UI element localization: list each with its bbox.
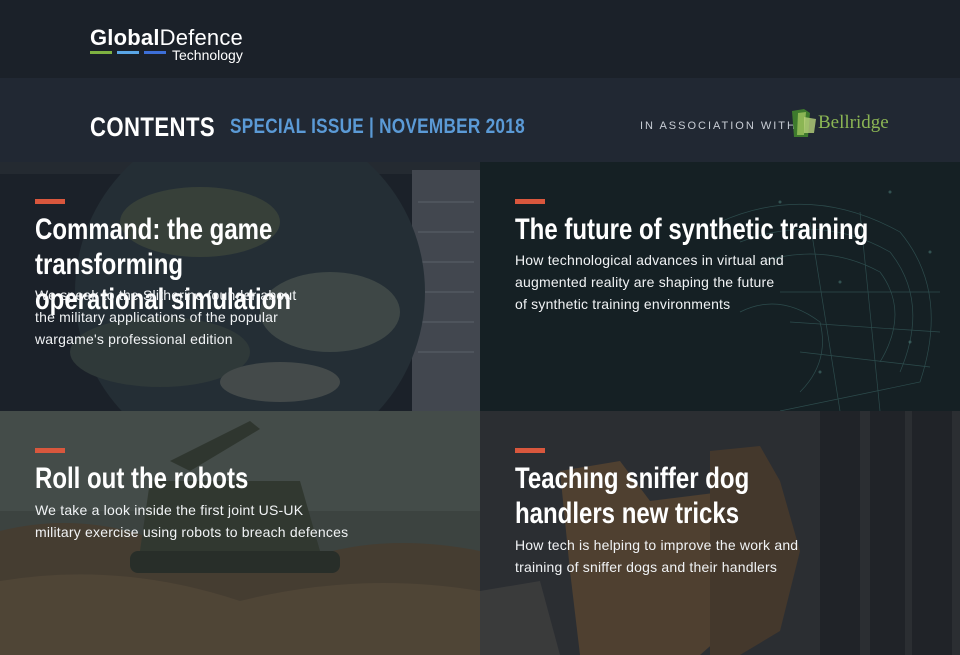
article-card-sniffer-dogs[interactable]: Teaching sniffer dog handlers new tricks… (480, 411, 960, 655)
article-desc-line: the military applications of the popular (35, 309, 279, 325)
article-desc-line: of synthetic training environments (515, 296, 731, 312)
article-title-line: Roll out the robots (35, 462, 249, 495)
article-title[interactable]: Teaching sniffer dog handlers new tricks (515, 461, 891, 531)
contents-header: CONTENTS SPECIAL ISSUE | NOVEMBER 2018 I… (0, 78, 960, 162)
logo-word-technology: Technology (172, 47, 243, 63)
article-desc-line: military exercise using robots to breach… (35, 524, 349, 540)
partner-name: Bellridge (818, 112, 889, 133)
article-desc-line: We take a look inside the first joint US… (35, 502, 304, 518)
article-card-robots[interactable]: Roll out the robots We take a look insid… (0, 411, 480, 655)
bellridge-emblem-icon (792, 109, 816, 137)
article-title[interactable]: The future of synthetic training (515, 212, 891, 247)
logo-color-bars (90, 51, 170, 54)
article-title-line: The future of synthetic training (515, 213, 869, 246)
accent-bar (35, 199, 65, 204)
article-description: We speak to the Slitherine founder about… (35, 284, 395, 350)
article-desc-line: augmented reality are shaping the future (515, 274, 775, 290)
accent-bar (515, 448, 545, 453)
article-desc-line: training of sniffer dogs and their handl… (515, 559, 778, 575)
logo-word-global: Global (90, 25, 160, 50)
article-description: How tech is helping to improve the work … (515, 534, 895, 578)
issue-label: SPECIAL ISSUE | NOVEMBER 2018 (230, 115, 525, 138)
article-desc-line: We speak to the Slitherine founder about (35, 287, 297, 303)
article-title-line: handlers new tricks (515, 497, 740, 530)
article-desc-line: How technological advances in virtual an… (515, 252, 784, 268)
article-desc-line: How tech is helping to improve the work … (515, 537, 799, 553)
global-defence-technology-logo[interactable]: GlobalDefence Technology (90, 26, 265, 68)
article-title[interactable]: Roll out the robots (35, 461, 411, 496)
article-description: How technological advances in virtual an… (515, 249, 875, 315)
sniffer-dogs-image (480, 411, 960, 655)
association-label: IN ASSOCIATION WITH (640, 120, 797, 132)
article-card-synthetic-training[interactable]: The future of synthetic training How tec… (480, 162, 960, 411)
article-title-line: Teaching sniffer dog (515, 462, 750, 495)
article-description: We take a look inside the first joint US… (35, 499, 435, 543)
top-bar: GlobalDefence Technology (0, 0, 960, 78)
logo-bar-green (90, 51, 112, 54)
article-desc-line: wargame's professional edition (35, 331, 233, 347)
logo-bar-dark-blue (144, 51, 166, 54)
logo-bar-light-blue (117, 51, 139, 54)
accent-bar (35, 448, 65, 453)
bellridge-partner-logo[interactable]: Bellridge (788, 105, 908, 141)
article-card-command[interactable]: Command: the game transforming operation… (0, 162, 480, 411)
contents-title: CONTENTS (90, 112, 216, 142)
accent-bar (515, 199, 545, 204)
article-title-line: Command: the game transforming (35, 213, 273, 281)
